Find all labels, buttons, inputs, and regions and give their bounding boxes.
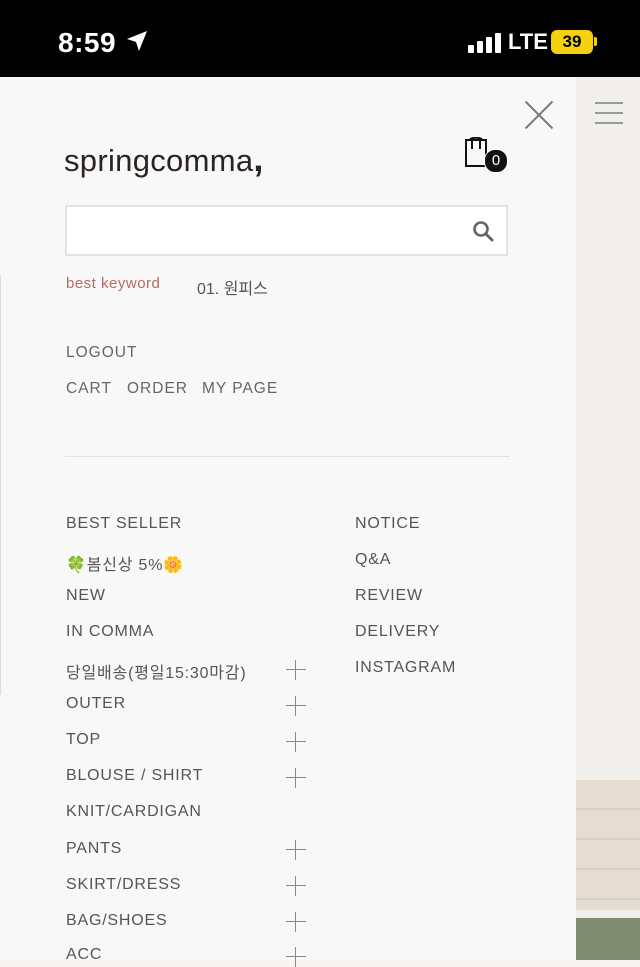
plus-icon[interactable] xyxy=(286,912,306,932)
search-box xyxy=(65,205,508,256)
category-best-seller[interactable]: BEST SELLER xyxy=(66,515,182,533)
menu-divider xyxy=(65,456,510,457)
category-blouse-shirt[interactable]: BLOUSE / SHIRT xyxy=(66,767,203,785)
battery-nub xyxy=(594,37,597,46)
best-keyword-label: best keyword xyxy=(66,275,161,292)
hamburger-icon[interactable] xyxy=(595,102,623,124)
community-delivery[interactable]: DELIVERY xyxy=(355,623,440,641)
category-bag-shoes[interactable]: BAG/SHOES xyxy=(66,912,167,930)
network-type: LTE xyxy=(508,29,548,54)
community-instagram[interactable]: INSTAGRAM xyxy=(355,659,456,677)
brand-logo[interactable]: springcomma, xyxy=(64,138,264,180)
category-new[interactable]: NEW xyxy=(66,587,106,605)
battery-icon: 39 xyxy=(551,30,593,54)
community-review[interactable]: REVIEW xyxy=(355,587,423,605)
community-notice[interactable]: NOTICE xyxy=(355,515,420,533)
plus-icon[interactable] xyxy=(286,840,306,860)
category-acc[interactable]: ACC xyxy=(66,946,102,964)
logout-link[interactable]: LOGOUT xyxy=(66,344,137,362)
category-outer[interactable]: OUTER xyxy=(66,695,126,713)
location-arrow-icon xyxy=(127,31,147,51)
community-qna[interactable]: Q&A xyxy=(355,551,391,569)
category-skirt-dress[interactable]: SKIRT/DRESS xyxy=(66,876,181,894)
background-floor-image xyxy=(576,780,640,910)
status-bar: 8:59 LTE 39 xyxy=(0,0,640,77)
plus-icon[interactable] xyxy=(286,732,306,752)
order-link[interactable]: ORDER xyxy=(127,380,188,398)
category-pants[interactable]: PANTS xyxy=(66,840,122,858)
status-time: 8:59 xyxy=(58,27,117,58)
background-plant-image xyxy=(576,918,640,960)
best-keyword-item[interactable]: 01. 원피스 xyxy=(197,275,268,299)
plus-icon[interactable] xyxy=(286,768,306,788)
cart-link[interactable]: CART xyxy=(66,380,112,398)
logo-mark: , xyxy=(253,138,264,179)
signal-bars-icon xyxy=(468,33,501,53)
close-icon[interactable] xyxy=(522,98,556,132)
plus-icon[interactable] xyxy=(286,876,306,896)
logo-text: springcomma xyxy=(64,143,254,178)
category-spring-new[interactable]: 🍀봄신상 5%🌼 xyxy=(66,551,184,575)
cart-count-badge: 0 xyxy=(484,149,508,173)
category-same-day-delivery[interactable]: 당일배송(평일15:30마감) xyxy=(66,659,246,683)
category-in-comma[interactable]: IN COMMA xyxy=(66,623,154,641)
category-knit-cardigan[interactable]: KNIT/CARDIGAN xyxy=(66,803,202,821)
my-page-link[interactable]: MY PAGE xyxy=(202,380,278,398)
plus-icon[interactable] xyxy=(286,660,306,680)
search-input[interactable] xyxy=(67,207,471,252)
plus-icon[interactable] xyxy=(286,947,306,967)
drawer-edge-line xyxy=(0,275,1,695)
category-top[interactable]: TOP xyxy=(66,731,101,749)
search-icon[interactable] xyxy=(472,220,494,242)
plus-icon[interactable] xyxy=(286,696,306,716)
